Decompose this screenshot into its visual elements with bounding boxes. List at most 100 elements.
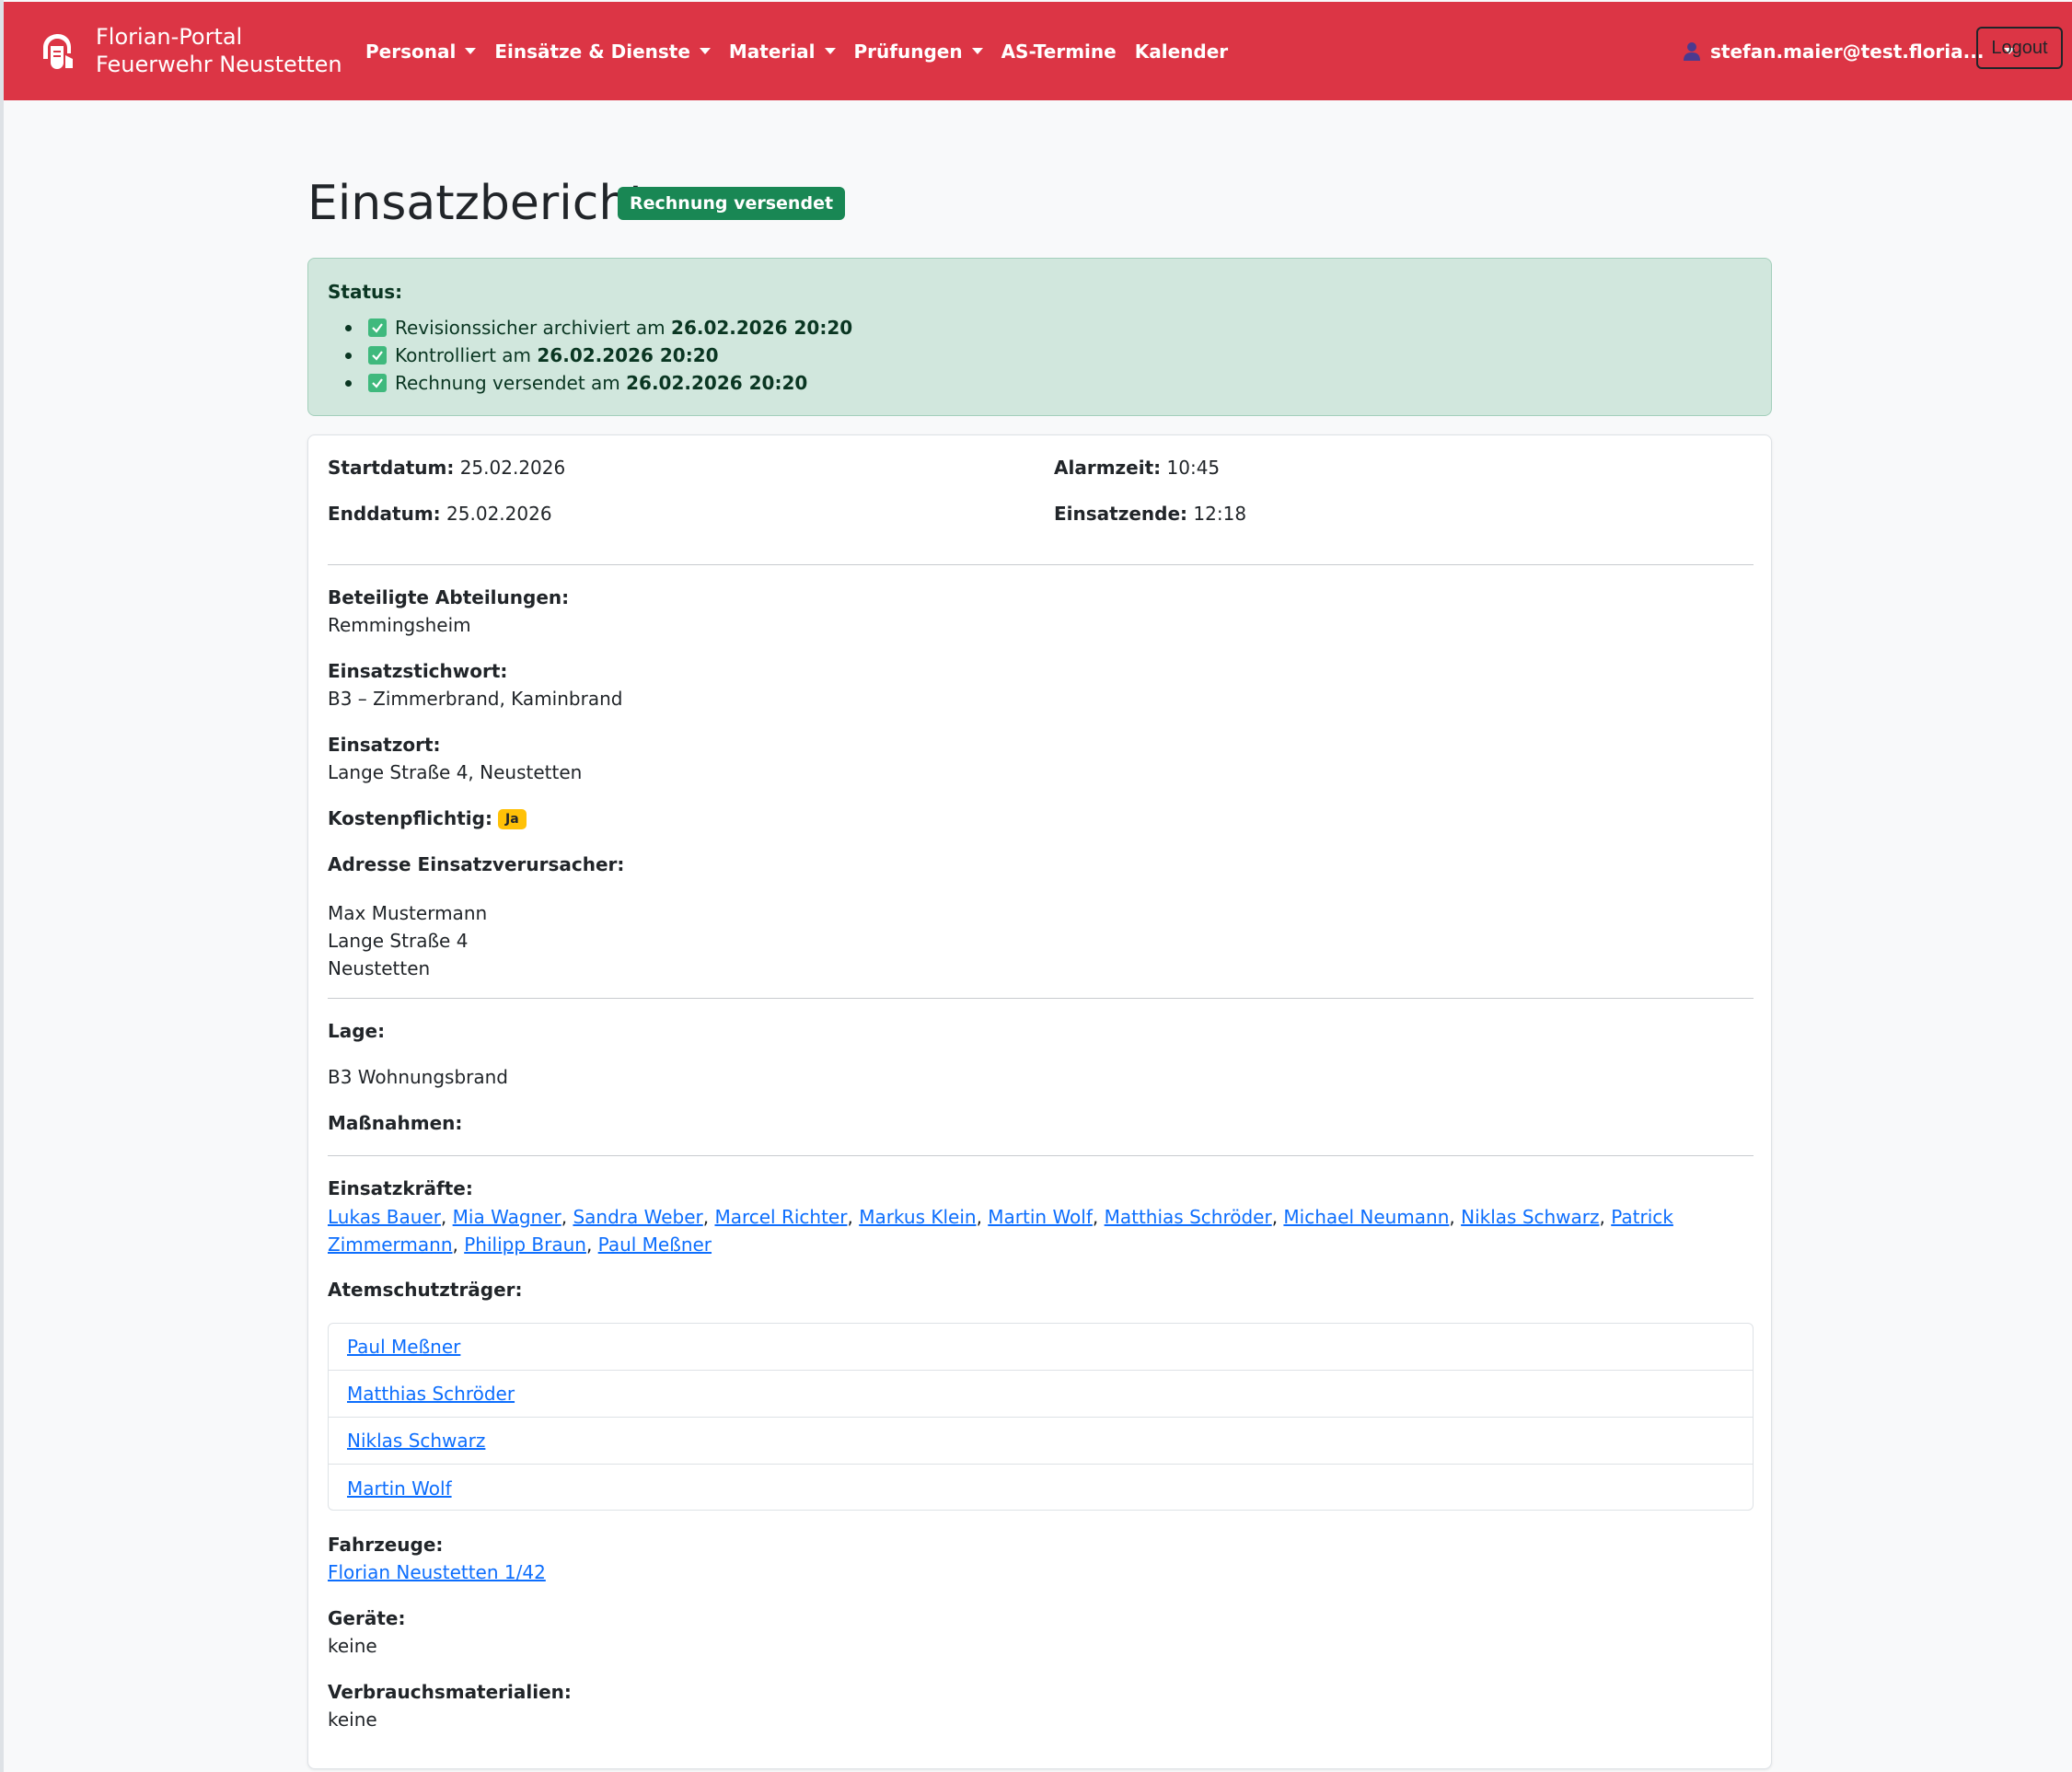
firefighter-helmet-icon[interactable]: [38, 31, 76, 72]
nav-personal[interactable]: Personal: [356, 41, 485, 63]
einsatzende-label: Einsatzende:: [1054, 503, 1188, 525]
massnahmen-label: Maßnahmen:: [328, 1112, 463, 1134]
adresse-line: Neustetten: [328, 957, 431, 979]
nav-personal-label: Personal: [365, 40, 457, 63]
nav-einsaetze-label: Einsätze & Dienste: [494, 40, 690, 63]
fahrzeuge-value: Florian Neustetten 1/42: [328, 1561, 546, 1583]
startdatum-label: Startdatum:: [328, 457, 455, 479]
einsatzkraefte-list: Lukas Bauer, Mia Wagner, Sandra Weber, M…: [328, 1206, 1673, 1256]
einsatzkraefte-label: Einsatzkräfte:: [328, 1177, 473, 1199]
adresse-line: Lange Straße 4: [328, 930, 469, 952]
nav-as-termine-label: AS-Termine: [1001, 40, 1117, 63]
checkmark-icon: [368, 318, 387, 337]
adresse-line: Max Mustermann: [328, 902, 488, 924]
checkmark-icon: [368, 346, 387, 365]
as-link[interactable]: Matthias Schröder: [347, 1383, 515, 1405]
field-enddatum: Enddatum: 25.02.2026: [328, 503, 552, 525]
report-card: Startdatum: 25.02.2026 Alarmzeit: 10:45 …: [307, 434, 1772, 1769]
einsatzort-label: Einsatzort:: [328, 734, 441, 756]
crew-link[interactable]: Mia Wagner: [453, 1206, 561, 1228]
as-link[interactable]: Paul Meßner: [347, 1336, 460, 1358]
brand-line-2: Feuerwehr Neustetten: [96, 52, 342, 77]
top-navbar: Florian-Portal Feuerwehr Neustetten Pers…: [4, 2, 2072, 100]
status-item-date: 26.02.2026 20:20: [626, 372, 808, 394]
crew-link[interactable]: Lukas Bauer: [328, 1206, 441, 1228]
brand-line-1: Florian-Portal: [96, 24, 243, 50]
geraete-label: Geräte:: [328, 1607, 406, 1629]
list-item: Paul Meßner: [329, 1324, 1753, 1371]
nav-kalender[interactable]: Kalender: [1126, 41, 1237, 63]
window-edge: [0, 0, 4, 1772]
verbrauch-label: Verbrauchsmaterialien:: [328, 1681, 572, 1703]
nav-as-termine[interactable]: AS-Termine: [992, 41, 1126, 63]
crew-link[interactable]: Sandra Weber: [573, 1206, 702, 1228]
status-alert: Status: Revisionssicher archiviert am 26…: [307, 258, 1772, 416]
checkmark-icon: [368, 374, 387, 392]
status-item-text: Rechnung versendet am: [395, 372, 620, 394]
status-item-date: 26.02.2026 20:20: [537, 344, 719, 366]
page-title: Einsatzbericht: [307, 176, 648, 231]
stichwort-value: B3 – Zimmerbrand, Kaminbrand: [328, 688, 623, 710]
main-nav: Personal Einsätze & Dienste Material Prü…: [356, 2, 1237, 100]
crew-link[interactable]: Niklas Schwarz: [1461, 1206, 1599, 1228]
status-label: Status:: [328, 281, 403, 303]
fahrzeuge-label: Fahrzeuge:: [328, 1534, 444, 1556]
status-item-text: Kontrolliert am: [395, 344, 532, 366]
crew-link[interactable]: Philipp Braun: [464, 1233, 586, 1256]
brand-title[interactable]: Florian-Portal Feuerwehr Neustetten: [96, 23, 342, 78]
field-alarmzeit: Alarmzeit: 10:45: [1054, 457, 1220, 479]
nav-material-label: Material: [728, 40, 816, 63]
bullet: [345, 324, 352, 331]
as-link[interactable]: Martin Wolf: [347, 1477, 452, 1500]
einsatzende-value: 12:18: [1193, 503, 1247, 525]
nav-material[interactable]: Material: [720, 41, 845, 63]
user-menu[interactable]: stefan.maier@test.floria...: [1683, 2, 2016, 100]
field-einsatzende: Einsatzende: 12:18: [1054, 503, 1246, 525]
enddatum-label: Enddatum:: [328, 503, 441, 525]
atemschutz-label: Atemschutzträger:: [328, 1279, 523, 1301]
vehicle-link[interactable]: Florian Neustetten 1/42: [328, 1561, 546, 1583]
crew-link[interactable]: Markus Klein: [859, 1206, 976, 1228]
kosten-label: Kostenpflichtig:: [328, 807, 492, 829]
bullet: [345, 352, 352, 359]
bullet: [345, 379, 352, 387]
crew-link[interactable]: Michael Neumann: [1283, 1206, 1449, 1228]
logout-button[interactable]: Logout: [1976, 27, 2063, 69]
alarmzeit-value: 10:45: [1166, 457, 1221, 479]
verbrauch-value: keine: [328, 1708, 377, 1731]
kosten-badge: Ja: [497, 809, 527, 829]
enddatum-value: 25.02.2026: [446, 503, 552, 525]
atemschutz-list: Paul Meßner Matthias Schröder Niklas Sch…: [328, 1323, 1754, 1511]
status-item-date: 26.02.2026 20:20: [671, 317, 853, 339]
status-badge: Rechnung versendet: [618, 187, 846, 220]
chevron-down-icon: [465, 48, 477, 54]
nav-kalender-label: Kalender: [1134, 40, 1229, 63]
nav-pruefungen-label: Prüfungen: [853, 40, 963, 63]
lage-value: B3 Wohnungsbrand: [328, 1066, 509, 1088]
divider: [328, 1155, 1754, 1156]
list-item: Niklas Schwarz: [329, 1418, 1753, 1465]
divider: [328, 564, 1754, 565]
einsatzort-value: Lange Straße 4, Neustetten: [328, 761, 583, 783]
crew-link[interactable]: Martin Wolf: [988, 1206, 1093, 1228]
geraete-value: keine: [328, 1635, 377, 1657]
nav-einsaetze-dienste[interactable]: Einsätze & Dienste: [485, 41, 720, 63]
abteilungen-value: Remmingsheim: [328, 614, 471, 636]
crew-link[interactable]: Matthias Schröder: [1105, 1206, 1272, 1228]
crew-link[interactable]: Marcel Richter: [714, 1206, 847, 1228]
stichwort-label: Einsatzstichwort:: [328, 660, 508, 682]
chevron-down-icon: [971, 48, 983, 54]
lage-label: Lage:: [328, 1020, 386, 1042]
alarmzeit-label: Alarmzeit:: [1054, 457, 1162, 479]
as-link[interactable]: Niklas Schwarz: [347, 1430, 485, 1452]
status-item-text: Revisionssicher archiviert am: [395, 317, 666, 339]
startdatum-value: 25.02.2026: [459, 457, 566, 479]
abteilungen-label: Beteiligte Abteilungen:: [328, 586, 570, 608]
crew-link[interactable]: Paul Meßner: [598, 1233, 712, 1256]
adresse-block: Max Mustermann Lange Straße 4 Neustetten: [328, 899, 487, 982]
field-startdatum: Startdatum: 25.02.2026: [328, 457, 565, 479]
nav-pruefungen[interactable]: Prüfungen: [845, 41, 992, 63]
field-kostenpflichtig: Kostenpflichtig: Ja: [328, 807, 527, 829]
divider: [328, 998, 1754, 999]
adresse-label: Adresse Einsatzverursacher:: [328, 853, 625, 875]
